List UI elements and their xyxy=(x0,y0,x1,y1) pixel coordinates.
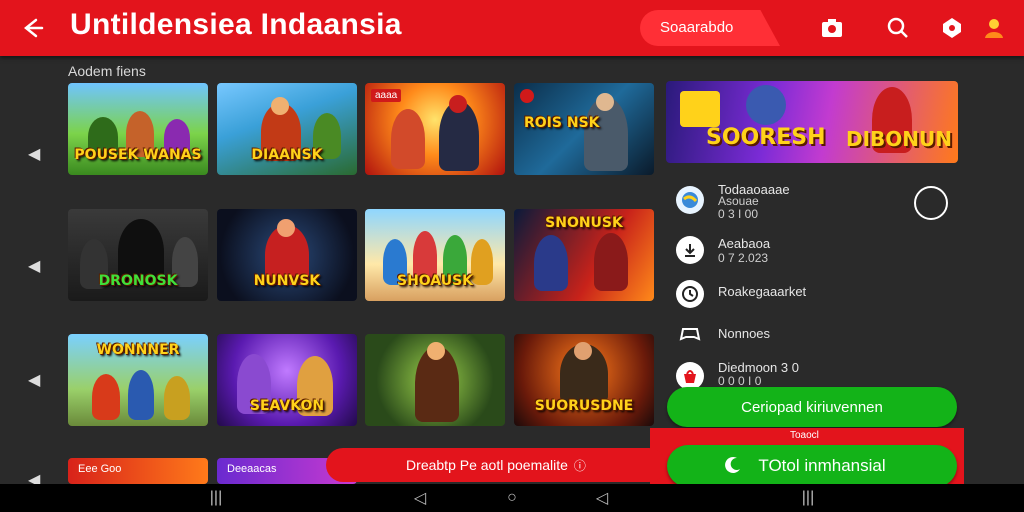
search-icon[interactable] xyxy=(882,12,914,44)
secondary-button[interactable]: TOtol inmhansial xyxy=(667,445,957,487)
game-tile[interactable]: SUORUSDNE xyxy=(514,334,654,426)
game-title: SNONUSK xyxy=(545,215,623,231)
featured-banner[interactable]: SOORESH DIBONUN xyxy=(666,81,958,163)
game-tile[interactable]: NUNVSK xyxy=(217,209,357,301)
game-title: NUNVSK xyxy=(253,273,321,289)
moon-icon xyxy=(723,455,743,480)
recents-icon[interactable]: ||| xyxy=(788,484,828,512)
game-title: SEAVKON xyxy=(249,398,325,414)
list-sub: 0 7 2.023 xyxy=(718,251,769,265)
row-arrow-icon[interactable]: ◀ xyxy=(28,256,40,276)
recents-icon[interactable]: ||| xyxy=(196,484,236,512)
list-sub: 0 3 I 00 xyxy=(718,207,759,221)
featured-title-left: SOORESH xyxy=(706,125,826,150)
controller-icon xyxy=(676,320,704,348)
game-title: WONNNER xyxy=(96,342,180,358)
game-title: SUORUSDNE xyxy=(534,398,634,414)
secondary-label: TOtol inmhansial xyxy=(758,456,886,475)
tile-badge: aaaa xyxy=(371,89,402,102)
game-title: DRONOSK xyxy=(98,273,178,289)
game-tile[interactable]: SHOAUSK xyxy=(365,209,505,301)
game-tile[interactable]: DRONOSK xyxy=(68,209,208,301)
game-tile[interactable]: Eee Goo xyxy=(68,458,208,484)
game-title: ROIS NSK xyxy=(524,115,600,131)
list-label: Aeabaoa xyxy=(718,236,771,251)
game-tile[interactable]: SNONUSK xyxy=(514,209,654,301)
tile-badge-icon xyxy=(520,89,534,103)
game-tile[interactable]: SEAVKON xyxy=(217,334,357,426)
search-label[interactable]: Soaarabdo xyxy=(660,19,733,36)
download-icon xyxy=(676,236,704,264)
back-nav-icon[interactable]: ◁ xyxy=(400,484,440,512)
game-title: DIAANSK xyxy=(251,147,323,163)
game-tile[interactable]: DIAANSK xyxy=(217,83,357,175)
promo-banner[interactable]: Dreabtp Pe aotl poemalite ⓘ xyxy=(326,448,666,482)
game-tile[interactable]: aaaa xyxy=(365,83,505,175)
back-arrow-icon[interactable] xyxy=(16,12,48,44)
location-icon[interactable] xyxy=(936,12,968,44)
panel-label: Toaocl xyxy=(790,430,819,441)
radio-ring[interactable] xyxy=(914,186,948,220)
row-arrow-icon[interactable]: ◀ xyxy=(28,144,40,164)
globe-icon xyxy=(676,186,704,214)
camera-icon[interactable] xyxy=(816,12,848,44)
home-icon[interactable]: ○ xyxy=(492,484,532,512)
list-sub: Asouae xyxy=(718,194,759,208)
row-arrow-icon[interactable]: ◀ xyxy=(28,370,40,390)
list-label: Nonnoes xyxy=(718,326,771,341)
back-nav-icon[interactable]: ◁ xyxy=(582,484,622,512)
game-tile[interactable] xyxy=(365,334,505,426)
section-label: Aodem fiens xyxy=(68,63,146,79)
shop-icon xyxy=(676,362,704,390)
list-label: Roakegaaarket xyxy=(718,284,807,299)
game-tile[interactable]: POUSEK WANAS xyxy=(68,83,208,175)
app-title: Untildensiea Indaansia xyxy=(70,8,402,41)
game-tile[interactable]: WONNNER xyxy=(68,334,208,426)
tile-badge: Deeaacas xyxy=(227,463,277,475)
game-tile[interactable]: ROIS NSK xyxy=(514,83,654,175)
clock-icon xyxy=(676,280,704,308)
game-title: POUSEK WANAS xyxy=(74,147,202,163)
info-icon: ⓘ xyxy=(573,458,586,473)
tile-badge: Eee Goo xyxy=(78,463,122,475)
featured-title-right: DIBONUN xyxy=(846,127,953,151)
list-label: Diedmoon 3 0 xyxy=(718,360,799,375)
profile-icon[interactable] xyxy=(978,12,1010,44)
primary-button[interactable]: Ceriopad kiriuvennen xyxy=(667,387,957,427)
list-sub: 0 0 0 I 0 xyxy=(718,374,762,388)
game-title: SHOAUSK xyxy=(396,273,474,289)
banner-text: Dreabtp Pe aotl poemalite xyxy=(406,457,568,473)
